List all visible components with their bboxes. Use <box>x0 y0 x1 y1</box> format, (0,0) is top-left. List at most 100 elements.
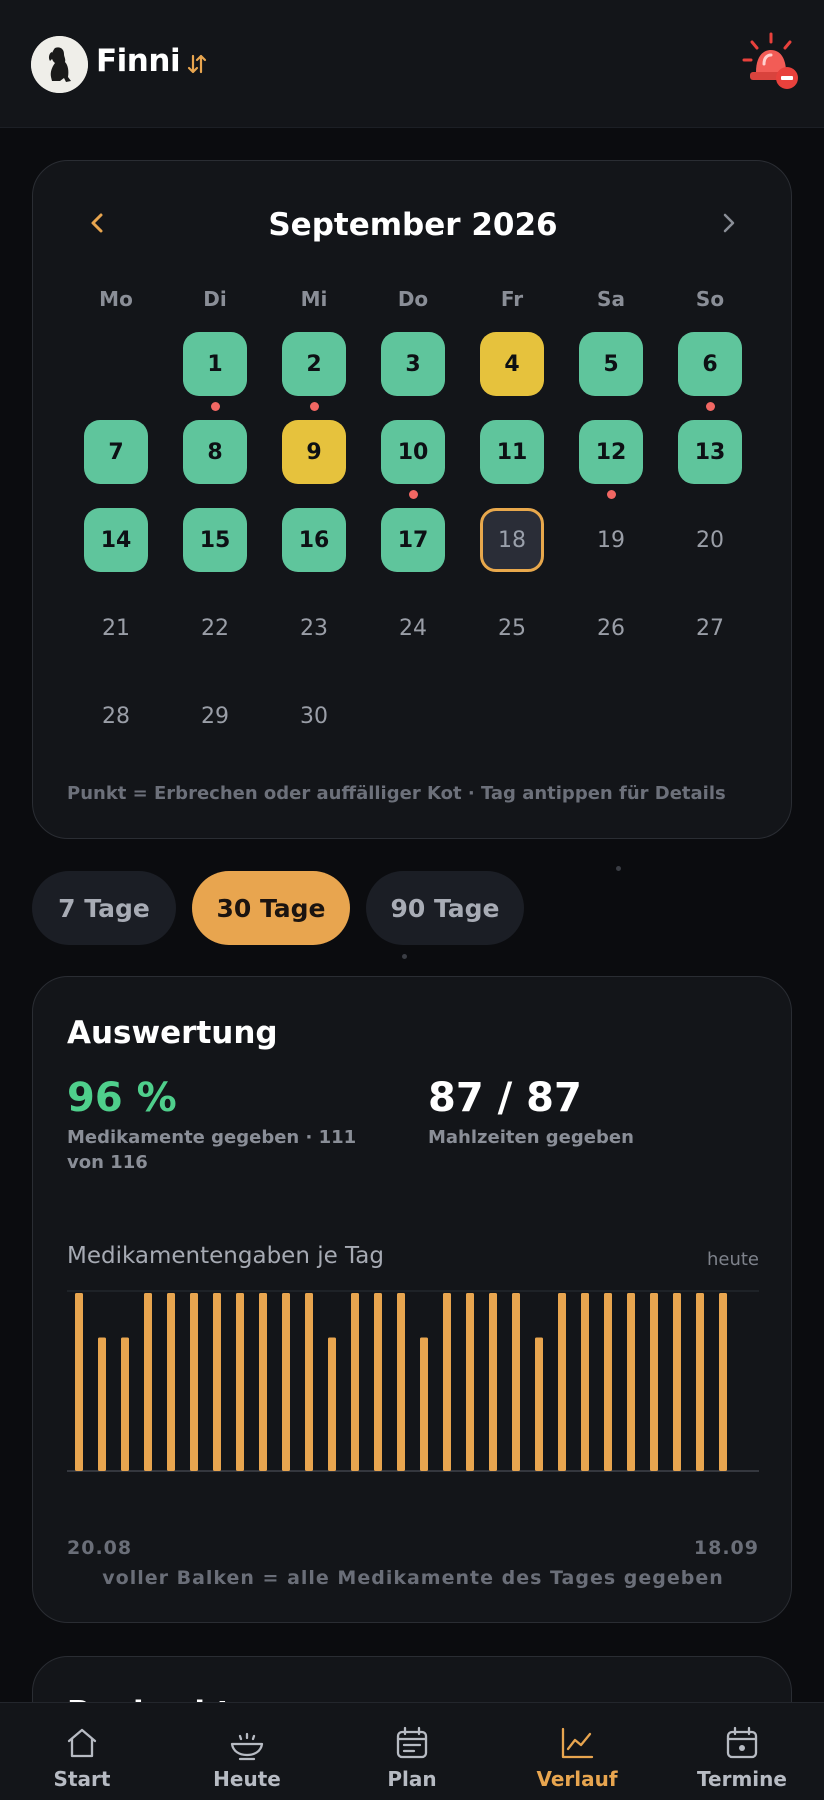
chart-bar <box>190 1293 198 1471</box>
weekday-label: Fr <box>500 287 524 311</box>
chart-bar <box>443 1293 451 1471</box>
chart-bar <box>535 1337 543 1471</box>
chart-bar <box>259 1293 267 1471</box>
calendar-day[interactable]: 25 <box>480 596 544 660</box>
chart-bar <box>512 1293 520 1471</box>
calendar-day[interactable]: 24 <box>381 596 445 660</box>
chart-title: Medikamentengaben je Tag <box>67 1243 384 1269</box>
nav-verlauf[interactable]: Verlauf <box>495 1703 659 1800</box>
nav-start[interactable]: Start <box>0 1703 164 1800</box>
chart-bar <box>282 1293 290 1471</box>
nav-heute[interactable]: Heute <box>165 1703 329 1800</box>
calendar-day[interactable]: 5 <box>579 332 643 396</box>
chart-bar <box>558 1293 566 1471</box>
chart-bar <box>627 1293 635 1471</box>
calendar-day[interactable]: 26 <box>579 596 643 660</box>
plan-calendar-icon <box>396 1726 428 1759</box>
calendar-day[interactable]: 3 <box>381 332 445 396</box>
food-bowl-icon <box>230 1732 264 1761</box>
calendar-day[interactable]: 8 <box>183 420 247 484</box>
decorative-dot <box>616 866 621 871</box>
pet-name[interactable]: Finni <box>96 43 181 79</box>
calendar-day[interactable]: 1 <box>183 332 247 396</box>
calendar-day[interactable]: 4 <box>480 332 544 396</box>
calendar-day[interactable]: 9 <box>282 420 346 484</box>
calendar-day[interactable]: 15 <box>183 508 247 572</box>
incident-dot <box>606 490 616 499</box>
chart-bar <box>466 1293 474 1471</box>
chart-bar <box>236 1293 244 1471</box>
calendar-day[interactable]: 29 <box>183 684 247 748</box>
meals-label: Mahlzeiten gegeben <box>428 1127 634 1148</box>
calendar-card: September 2026 Mo Di Mi Do Fr Sa So 1234567891… <box>32 160 792 839</box>
calendar-day[interactable]: 22 <box>183 596 247 660</box>
calendar-day[interactable]: 23 <box>282 596 346 660</box>
chart-bar <box>673 1293 681 1471</box>
calendar-legend: Punkt = Erbrechen oder auffälliger Kot ·… <box>67 783 726 804</box>
calendar-day[interactable]: 21 <box>84 596 148 660</box>
chart-bar <box>604 1293 612 1471</box>
nav-label-verlauf: Verlauf <box>536 1767 618 1791</box>
chart-bar <box>397 1293 405 1471</box>
weekday-label: Do <box>397 287 429 311</box>
chart-bar <box>213 1293 221 1471</box>
medication-label: Medikamente gegeben · 111 von 116 <box>67 1127 357 1173</box>
next-month-button[interactable] <box>715 205 743 241</box>
month-title: September 2026 <box>268 207 558 243</box>
x-axis-start-label: 20.08 <box>67 1537 133 1559</box>
nav-label-plan: Plan <box>387 1767 437 1791</box>
chart-bar <box>420 1337 428 1471</box>
calendar-day[interactable]: 17 <box>381 508 445 572</box>
chart-bar <box>489 1293 497 1471</box>
appointments-calendar-icon <box>726 1726 758 1759</box>
chart-icon <box>561 1727 594 1759</box>
dog-avatar[interactable] <box>31 36 88 93</box>
evaluation-card: Auswertung 96 % Medikamente gegeben · 11… <box>32 976 792 1623</box>
calendar-day[interactable]: 16 <box>282 508 346 572</box>
weekday-label: So <box>695 287 725 311</box>
calendar-day[interactable]: 2 <box>282 332 346 396</box>
range-30-days-button[interactable]: 30 Tage <box>192 871 350 945</box>
calendar-day[interactable]: 13 <box>678 420 742 484</box>
chart-bar <box>328 1337 336 1471</box>
chart-bar <box>581 1293 589 1471</box>
home-icon <box>67 1728 97 1758</box>
calendar-day[interactable]: 7 <box>84 420 148 484</box>
nav-label-start: Start <box>53 1767 111 1791</box>
chart-bar <box>351 1293 359 1471</box>
calendar-day[interactable]: 12 <box>579 420 643 484</box>
calendar-day[interactable]: 19 <box>579 508 643 572</box>
nav-plan[interactable]: Plan <box>330 1703 494 1800</box>
medication-bar-chart <box>67 1290 759 1472</box>
calendar-day[interactable]: 10 <box>381 420 445 484</box>
emergency-siren-icon[interactable] <box>742 30 802 94</box>
range-90-days-button[interactable]: 90 Tage <box>366 871 524 945</box>
incident-dot <box>210 402 220 411</box>
chart-bar <box>374 1293 382 1471</box>
range-7-days-button[interactable]: 7 Tage <box>32 871 176 945</box>
calendar-day-today[interactable]: 18 <box>480 508 544 572</box>
chart-bar <box>650 1293 658 1471</box>
weekday-label: Di <box>203 287 227 311</box>
calendar-day[interactable]: 20 <box>678 508 742 572</box>
decorative-dot <box>402 954 407 959</box>
bottom-navigation: Start Heute Plan Verlauf Termine <box>0 1702 824 1800</box>
meals-value: 87 / 87 <box>428 1075 582 1121</box>
calendar-day[interactable]: 11 <box>480 420 544 484</box>
swap-arrows-icon[interactable] <box>186 50 208 78</box>
calendar-day[interactable]: 6 <box>678 332 742 396</box>
calendar-day[interactable]: 14 <box>84 508 148 572</box>
weekday-label: Sa <box>597 287 625 311</box>
chart-bar <box>144 1293 152 1471</box>
dog-silhouette-icon <box>31 36 88 93</box>
chart-note: voller Balken = alle Medikamente des Tag… <box>102 1567 724 1589</box>
nav-termine[interactable]: Termine <box>660 1703 824 1800</box>
calendar-day[interactable]: 28 <box>84 684 148 748</box>
chart-bar <box>121 1337 129 1471</box>
medication-percent: 96 % <box>67 1075 177 1121</box>
chart-bar <box>98 1337 106 1471</box>
calendar-day[interactable]: 30 <box>282 684 346 748</box>
top-bar: Finni <box>0 0 824 128</box>
x-axis-end-label: 18.09 <box>693 1537 759 1559</box>
calendar-day[interactable]: 27 <box>678 596 742 660</box>
